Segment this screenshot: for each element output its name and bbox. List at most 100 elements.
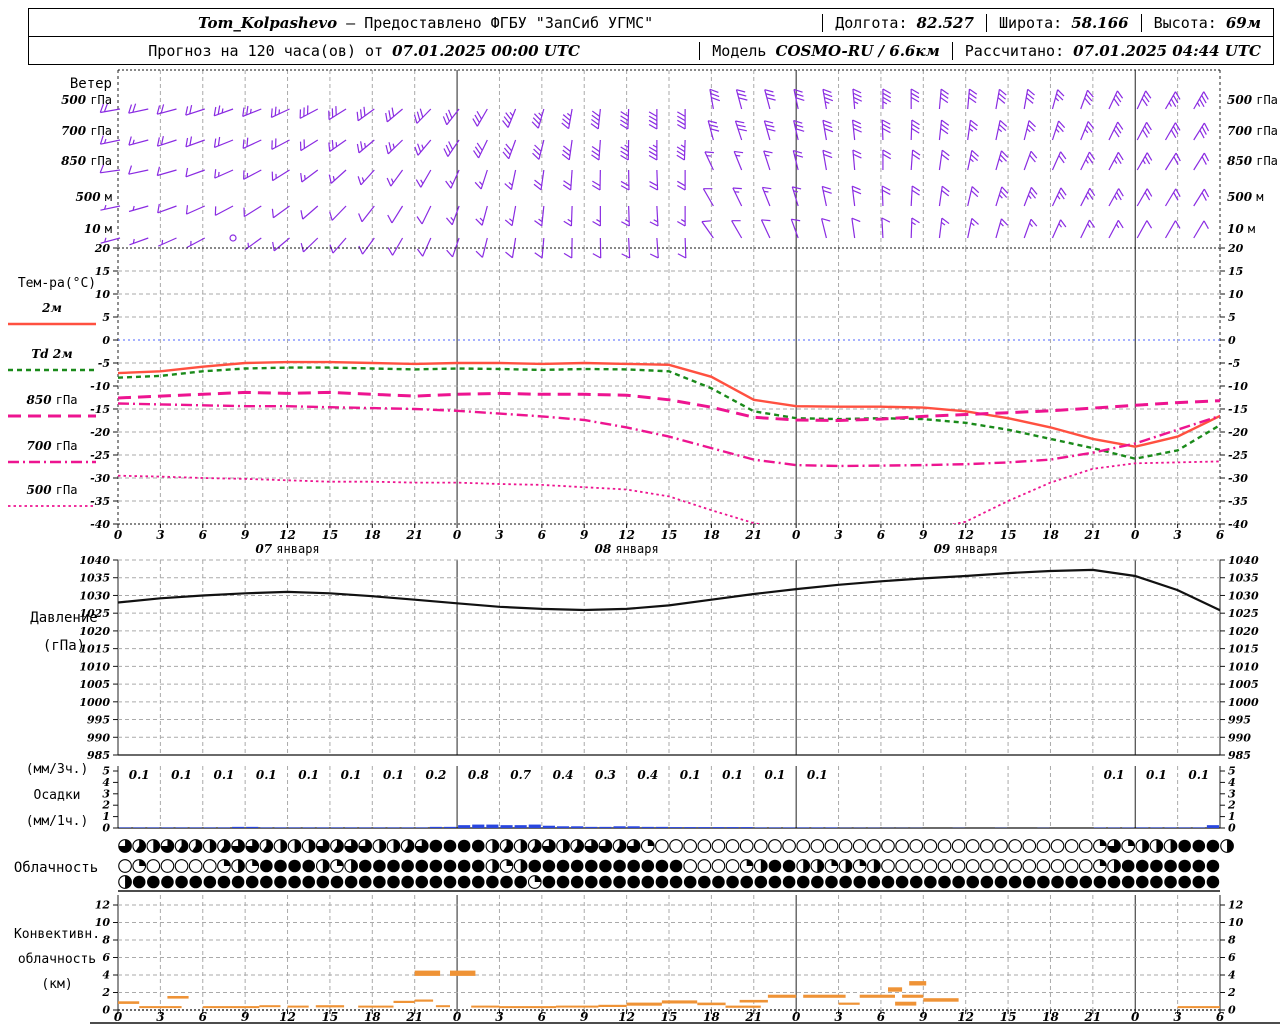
precip-bar — [119, 827, 132, 828]
wind-level-500-гПа — [99, 88, 1209, 130]
svg-text:0: 0 — [1228, 1004, 1236, 1017]
convective-segment — [888, 987, 903, 992]
svg-text:15: 15 — [95, 265, 110, 278]
convective-segment — [315, 1005, 345, 1008]
convective-segment — [838, 1002, 860, 1005]
svg-text:0.1: 0.1 — [1104, 768, 1125, 782]
precip-bar — [670, 827, 683, 828]
svg-text:1005: 1005 — [79, 678, 110, 691]
precip-bar — [316, 827, 329, 828]
precip-bar — [189, 827, 202, 828]
svg-text:-40: -40 — [1228, 518, 1248, 531]
convective-segment — [895, 1001, 917, 1006]
svg-text:500 гПа: 500 гПа — [27, 483, 78, 497]
svg-text:2: 2 — [1227, 986, 1236, 999]
svg-text:0.1: 0.1 — [171, 768, 192, 782]
svg-text:облачность: облачность — [18, 952, 96, 967]
svg-text:3: 3 — [156, 528, 164, 542]
svg-text:3: 3 — [834, 528, 842, 542]
precip-bar — [514, 825, 527, 828]
svg-text:0.1: 0.1 — [722, 768, 743, 782]
precip-bar — [542, 825, 555, 828]
svg-text:15: 15 — [1228, 265, 1243, 278]
svg-text:-30: -30 — [90, 472, 110, 485]
svg-text:6: 6 — [538, 1010, 547, 1024]
convective-segment — [499, 1006, 556, 1009]
precip-bar — [641, 826, 654, 828]
convective-segment — [767, 994, 797, 998]
svg-text:6: 6 — [538, 528, 547, 542]
svg-text:0.1: 0.1 — [256, 768, 277, 782]
svg-text:850 гПа: 850 гПа — [1227, 154, 1278, 168]
precip-bar — [429, 826, 442, 828]
svg-text:0: 0 — [102, 334, 110, 347]
svg-text:12: 12 — [618, 528, 635, 542]
svg-text:-5: -5 — [1228, 357, 1240, 370]
svg-text:-20: -20 — [1228, 426, 1248, 439]
svg-text:0.3: 0.3 — [595, 768, 616, 782]
svg-text:18: 18 — [364, 528, 381, 542]
svg-text:3: 3 — [834, 1010, 842, 1024]
convective-segment — [626, 1002, 662, 1006]
svg-text:-5: -5 — [98, 357, 110, 370]
svg-text:6: 6 — [877, 528, 886, 542]
precip-bar — [373, 827, 386, 828]
svg-text:(мм/3ч.): (мм/3ч.) — [26, 762, 89, 777]
meteogram: Tom_Kolpashevo — Предоставлено ФГБУ "Зап… — [0, 0, 1280, 1024]
svg-text:-20: -20 — [90, 426, 110, 439]
svg-text:10: 10 — [1228, 916, 1244, 929]
precip-bar — [330, 827, 344, 828]
precip-bar — [726, 827, 739, 828]
svg-text:18: 18 — [703, 528, 720, 542]
svg-text:(гПа): (гПа) — [43, 638, 85, 654]
precip-bar — [203, 827, 216, 828]
svg-text:Осадки: Осадки — [34, 788, 81, 803]
svg-text:12: 12 — [957, 528, 974, 542]
svg-text:3: 3 — [1173, 528, 1181, 542]
svg-text:Облачность: Облачность — [14, 860, 98, 876]
svg-text:700 гПа: 700 гПа — [27, 439, 78, 453]
precip-bar — [302, 827, 315, 828]
svg-text:08 января: 08 января — [594, 542, 658, 556]
svg-text:21: 21 — [744, 1010, 762, 1024]
convective-segment — [118, 1001, 140, 1004]
svg-text:Td 2м: Td 2м — [31, 347, 72, 361]
precip-bar — [443, 826, 457, 828]
svg-text:1020: 1020 — [1228, 625, 1259, 638]
svg-text:Конвективн.: Конвективн. — [14, 927, 100, 942]
cloudiness-panel — [118, 839, 1234, 892]
svg-text:21: 21 — [744, 528, 762, 542]
svg-text:10 м: 10 м — [84, 222, 112, 236]
convective-segment — [661, 1000, 698, 1004]
svg-text:700 гПа: 700 гПа — [1227, 124, 1278, 138]
svg-text:1010: 1010 — [79, 660, 110, 673]
convective-segment — [393, 1000, 415, 1003]
svg-text:6: 6 — [1216, 1010, 1225, 1024]
convective-segment — [697, 1002, 726, 1006]
meteogram-chart: Ветер500 гПа 500 гПа700 гПа 700 гПа850 гПа… — [8, 69, 1280, 1024]
convective-segment — [139, 1006, 182, 1009]
svg-text:0.1: 0.1 — [1188, 768, 1209, 782]
svg-text:15: 15 — [1000, 1010, 1017, 1024]
svg-text:-10: -10 — [90, 380, 110, 393]
svg-text:18: 18 — [1042, 1010, 1059, 1024]
svg-text:12: 12 — [957, 1010, 974, 1024]
svg-text:0: 0 — [1228, 822, 1236, 835]
precip-bar — [345, 827, 358, 828]
precip-bar — [246, 826, 259, 828]
svg-text:18: 18 — [703, 1010, 720, 1024]
svg-text:15: 15 — [322, 528, 339, 542]
svg-text:4: 4 — [1228, 969, 1236, 982]
precip-bar — [754, 827, 767, 828]
svg-text:(мм/1ч.): (мм/1ч.) — [26, 814, 89, 829]
svg-text:-40: -40 — [90, 518, 110, 531]
precip-bar — [401, 827, 414, 828]
svg-text:0: 0 — [453, 528, 462, 542]
svg-text:9: 9 — [580, 528, 589, 542]
svg-text:990: 990 — [87, 731, 110, 744]
convective-segment — [923, 998, 959, 1002]
svg-text:12: 12 — [618, 1010, 635, 1024]
convective-segment — [598, 1004, 627, 1007]
svg-text:12: 12 — [95, 899, 111, 912]
svg-text:18: 18 — [1042, 528, 1059, 542]
